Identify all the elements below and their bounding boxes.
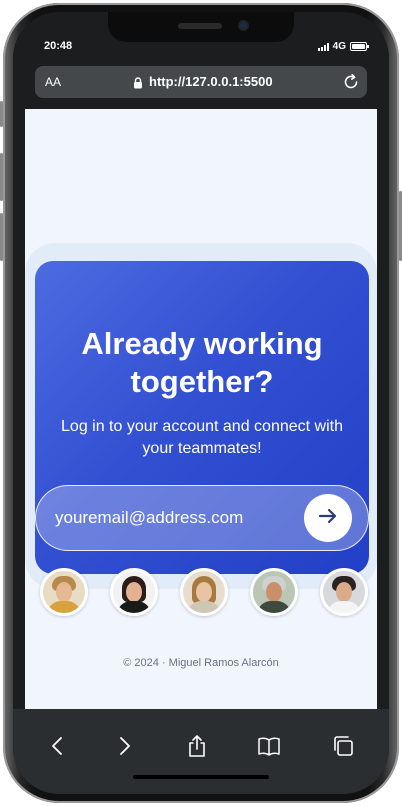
avatar: [250, 568, 298, 616]
browser-toolbar: [13, 709, 389, 794]
avatar: [110, 568, 158, 616]
avatar: [180, 568, 228, 616]
signal-icon: [317, 42, 329, 51]
address-bar[interactable]: AA http://127.0.0.1:5500: [35, 66, 367, 98]
status-time: 20:48: [44, 40, 73, 52]
avatar: [320, 568, 368, 616]
url-text[interactable]: http://127.0.0.1:5500: [149, 74, 273, 89]
login-card: Already working together? Log in to your…: [35, 261, 369, 574]
submit-button[interactable]: [304, 494, 352, 542]
network-label: 4G: [332, 41, 346, 52]
share-icon[interactable]: [184, 733, 210, 759]
bookmarks-icon[interactable]: [256, 733, 282, 759]
screen: 20:48 4G AA http://127.0.0.1:5500 Alread…: [13, 12, 389, 794]
home-indicator[interactable]: [133, 775, 269, 779]
arrow-right-icon: [318, 508, 338, 529]
volume-up-button: [0, 153, 3, 201]
reload-icon[interactable]: [342, 73, 360, 96]
page-title: Already working together?: [81, 326, 323, 399]
email-field[interactable]: youremail@address.com: [35, 485, 369, 551]
lock-icon: [133, 76, 143, 94]
web-content: Already working together? Log in to your…: [25, 109, 377, 709]
mute-switch: [0, 101, 3, 127]
forward-icon[interactable]: [112, 733, 138, 759]
camera-icon: [238, 20, 249, 31]
page-subtitle: Log in to your account and connect with …: [61, 418, 343, 457]
tabs-icon[interactable]: [330, 733, 356, 759]
status-indicators: 4G: [317, 41, 369, 52]
footer-copyright: © 2024 · Miguel Ramos Alarcón: [123, 657, 279, 669]
battery-icon: [350, 42, 369, 51]
team-avatars: [40, 568, 370, 616]
volume-down-button: [0, 213, 3, 261]
speaker-grille: [178, 23, 222, 29]
phone-frame: 20:48 4G AA http://127.0.0.1:5500 Alread…: [0, 3, 402, 803]
email-placeholder[interactable]: youremail@address.com: [55, 508, 243, 528]
notch: [108, 12, 294, 42]
avatar: [40, 568, 88, 616]
text-size-button[interactable]: AA: [45, 75, 61, 89]
back-icon[interactable]: [44, 733, 70, 759]
